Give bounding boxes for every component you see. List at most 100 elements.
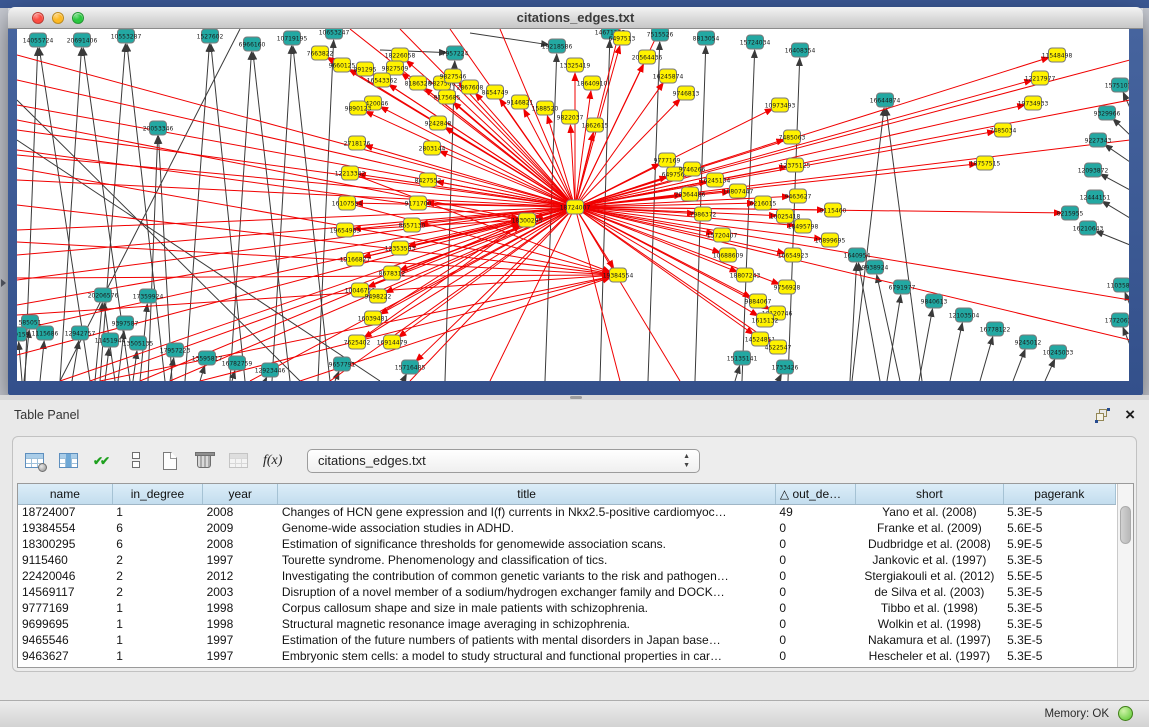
- table-cell[interactable]: 22420046: [18, 568, 112, 584]
- function-builder-icon[interactable]: f(x): [263, 452, 283, 470]
- table-cell[interactable]: Corpus callosum shape and size in male p…: [278, 600, 776, 616]
- table-cell[interactable]: 0: [775, 552, 855, 568]
- table-scrollbar-thumb[interactable]: [1120, 506, 1131, 544]
- table-cell[interactable]: 2012: [203, 568, 278, 584]
- table-cell[interactable]: 1997: [203, 648, 278, 664]
- table-cell[interactable]: Genome-wide association studies in ADHD.: [278, 520, 776, 536]
- table-cell[interactable]: 5.3E-5: [1003, 552, 1115, 568]
- column-header-out_de[interactable]: △ out_de…: [775, 484, 855, 504]
- table-cell[interactable]: 1997: [203, 632, 278, 648]
- table-cell[interactable]: Stergiakouli et al. (2012): [856, 568, 1003, 584]
- table-cell[interactable]: 0: [775, 536, 855, 552]
- delete-table-icon[interactable]: [195, 452, 215, 470]
- table-cell[interactable]: Jankovic et al. (1997): [856, 552, 1003, 568]
- table-cell[interactable]: 19384554: [18, 520, 112, 536]
- table-cell[interactable]: 2: [112, 552, 202, 568]
- show-column-icon[interactable]: [59, 452, 79, 470]
- create-table-icon[interactable]: [161, 452, 181, 470]
- float-panel-icon[interactable]: [1096, 409, 1109, 422]
- table-cell[interactable]: Changes of HCN gene expression and I(f) …: [278, 504, 776, 520]
- node-table[interactable]: namein_degreeyeartitle△ out_de…shortpage…: [18, 484, 1116, 664]
- table-cell[interactable]: 5.3E-5: [1003, 648, 1115, 664]
- table-cell[interactable]: 18724007: [18, 504, 112, 520]
- table-cell[interactable]: 5.3E-5: [1003, 616, 1115, 632]
- table-cell[interactable]: 6: [112, 536, 202, 552]
- column-header-in_degree[interactable]: in_degree: [112, 484, 202, 504]
- table-cell[interactable]: 1: [112, 504, 202, 520]
- table-cell[interactable]: 1998: [203, 616, 278, 632]
- window-titlebar[interactable]: citations_edges.txt: [8, 7, 1143, 29]
- table-cell[interactable]: Structural magnetic resonance image aver…: [278, 616, 776, 632]
- table-cell[interactable]: 9777169: [18, 600, 112, 616]
- table-row[interactable]: 969969511998Structural magnetic resonanc…: [18, 616, 1116, 632]
- table-cell[interactable]: Disruption of a novel member of a sodium…: [278, 584, 776, 600]
- table-cell[interactable]: 9699695: [18, 616, 112, 632]
- table-cell[interactable]: 1: [112, 616, 202, 632]
- column-header-title[interactable]: title: [278, 484, 776, 504]
- table-cell[interactable]: 0: [775, 648, 855, 664]
- table-row[interactable]: 946362711997Embryonic stem cells: a mode…: [18, 648, 1116, 664]
- table-row[interactable]: 911546021997Tourette syndrome. Phenomeno…: [18, 552, 1116, 568]
- table-settings-icon[interactable]: [25, 452, 45, 470]
- table-cell[interactable]: 2: [112, 568, 202, 584]
- table-cell[interactable]: 5.3E-5: [1003, 584, 1115, 600]
- table-cell[interactable]: 5.3E-5: [1003, 632, 1115, 648]
- table-cell[interactable]: 1: [112, 648, 202, 664]
- table-cell[interactable]: 5.9E-5: [1003, 536, 1115, 552]
- table-cell[interactable]: Nakamura et al. (1997): [856, 632, 1003, 648]
- table-row[interactable]: 2242004622012Investigating the contribut…: [18, 568, 1116, 584]
- table-cell[interactable]: Embryonic stem cells: a model to study s…: [278, 648, 776, 664]
- table-cell[interactable]: 0: [775, 632, 855, 648]
- table-row[interactable]: 977716911998Corpus callosum shape and si…: [18, 600, 1116, 616]
- table-row[interactable]: 1830029562008Estimation of significance …: [18, 536, 1116, 552]
- table-cell[interactable]: 2003: [203, 584, 278, 600]
- table-cell[interactable]: 49: [775, 504, 855, 520]
- splitter-collapse-arrow[interactable]: [1, 279, 6, 287]
- table-cell[interactable]: Tourette syndrome. Phenomenology and cla…: [278, 552, 776, 568]
- select-all-rows-icon[interactable]: ✔✔: [93, 452, 113, 470]
- table-cell[interactable]: 0: [775, 568, 855, 584]
- table-cell[interactable]: 5.6E-5: [1003, 520, 1115, 536]
- table-select-dropdown[interactable]: citations_edges.txt ▲▼: [307, 449, 700, 473]
- table-row[interactable]: 1456911722003Disruption of a novel membe…: [18, 584, 1116, 600]
- column-header-pagerank[interactable]: pagerank: [1003, 484, 1115, 504]
- table-cell[interactable]: 0: [775, 600, 855, 616]
- column-header-short[interactable]: short: [856, 484, 1003, 504]
- table-cell[interactable]: Hescheler et al. (1997): [856, 648, 1003, 664]
- table-cell[interactable]: Wolkin et al. (1998): [856, 616, 1003, 632]
- table-cell[interactable]: 1: [112, 600, 202, 616]
- table-row[interactable]: 1938455462009Genome-wide association stu…: [18, 520, 1116, 536]
- table-cell[interactable]: 9115460: [18, 552, 112, 568]
- table-cell[interactable]: Estimation of significance thresholds fo…: [278, 536, 776, 552]
- table-cell[interactable]: 1998: [203, 600, 278, 616]
- table-row[interactable]: 1872400712008Changes of HCN gene express…: [18, 504, 1116, 520]
- table-row[interactable]: 946554611997Estimation of the future num…: [18, 632, 1116, 648]
- table-cell[interactable]: 18300295: [18, 536, 112, 552]
- unselect-rows-icon[interactable]: [127, 452, 147, 470]
- table-cell[interactable]: Yano et al. (2008): [856, 504, 1003, 520]
- table-scrollbar[interactable]: [1117, 484, 1133, 667]
- table-cell[interactable]: 9465546: [18, 632, 112, 648]
- table-cell[interactable]: 0: [775, 520, 855, 536]
- table-cell[interactable]: 1997: [203, 552, 278, 568]
- table-cell[interactable]: 2008: [203, 504, 278, 520]
- table-cell[interactable]: Franke et al. (2009): [856, 520, 1003, 536]
- table-cell[interactable]: Tibbo et al. (1998): [856, 600, 1003, 616]
- table-cell[interactable]: 0: [775, 616, 855, 632]
- table-cell[interactable]: 2009: [203, 520, 278, 536]
- network-canvas[interactable]: 1872400714055724206914061055328715276026…: [17, 29, 1129, 381]
- table-cell[interactable]: 14569117: [18, 584, 112, 600]
- table-cell[interactable]: Dudbridge et al. (2008): [856, 536, 1003, 552]
- column-header-name[interactable]: name: [18, 484, 112, 504]
- table-cell[interactable]: de Silva et al. (2003): [856, 584, 1003, 600]
- table-cell[interactable]: 5.3E-5: [1003, 504, 1115, 520]
- divider-grip-icon[interactable]: [570, 396, 582, 399]
- table-cell[interactable]: Investigating the contribution of common…: [278, 568, 776, 584]
- close-panel-icon[interactable]: ×: [1125, 405, 1135, 425]
- table-cell[interactable]: Estimation of the future numbers of pati…: [278, 632, 776, 648]
- table-cell[interactable]: 2008: [203, 536, 278, 552]
- table-cell[interactable]: 0: [775, 584, 855, 600]
- table-cell[interactable]: 5.3E-5: [1003, 600, 1115, 616]
- table-cell[interactable]: 5.5E-5: [1003, 568, 1115, 584]
- table-cell[interactable]: 9463627: [18, 648, 112, 664]
